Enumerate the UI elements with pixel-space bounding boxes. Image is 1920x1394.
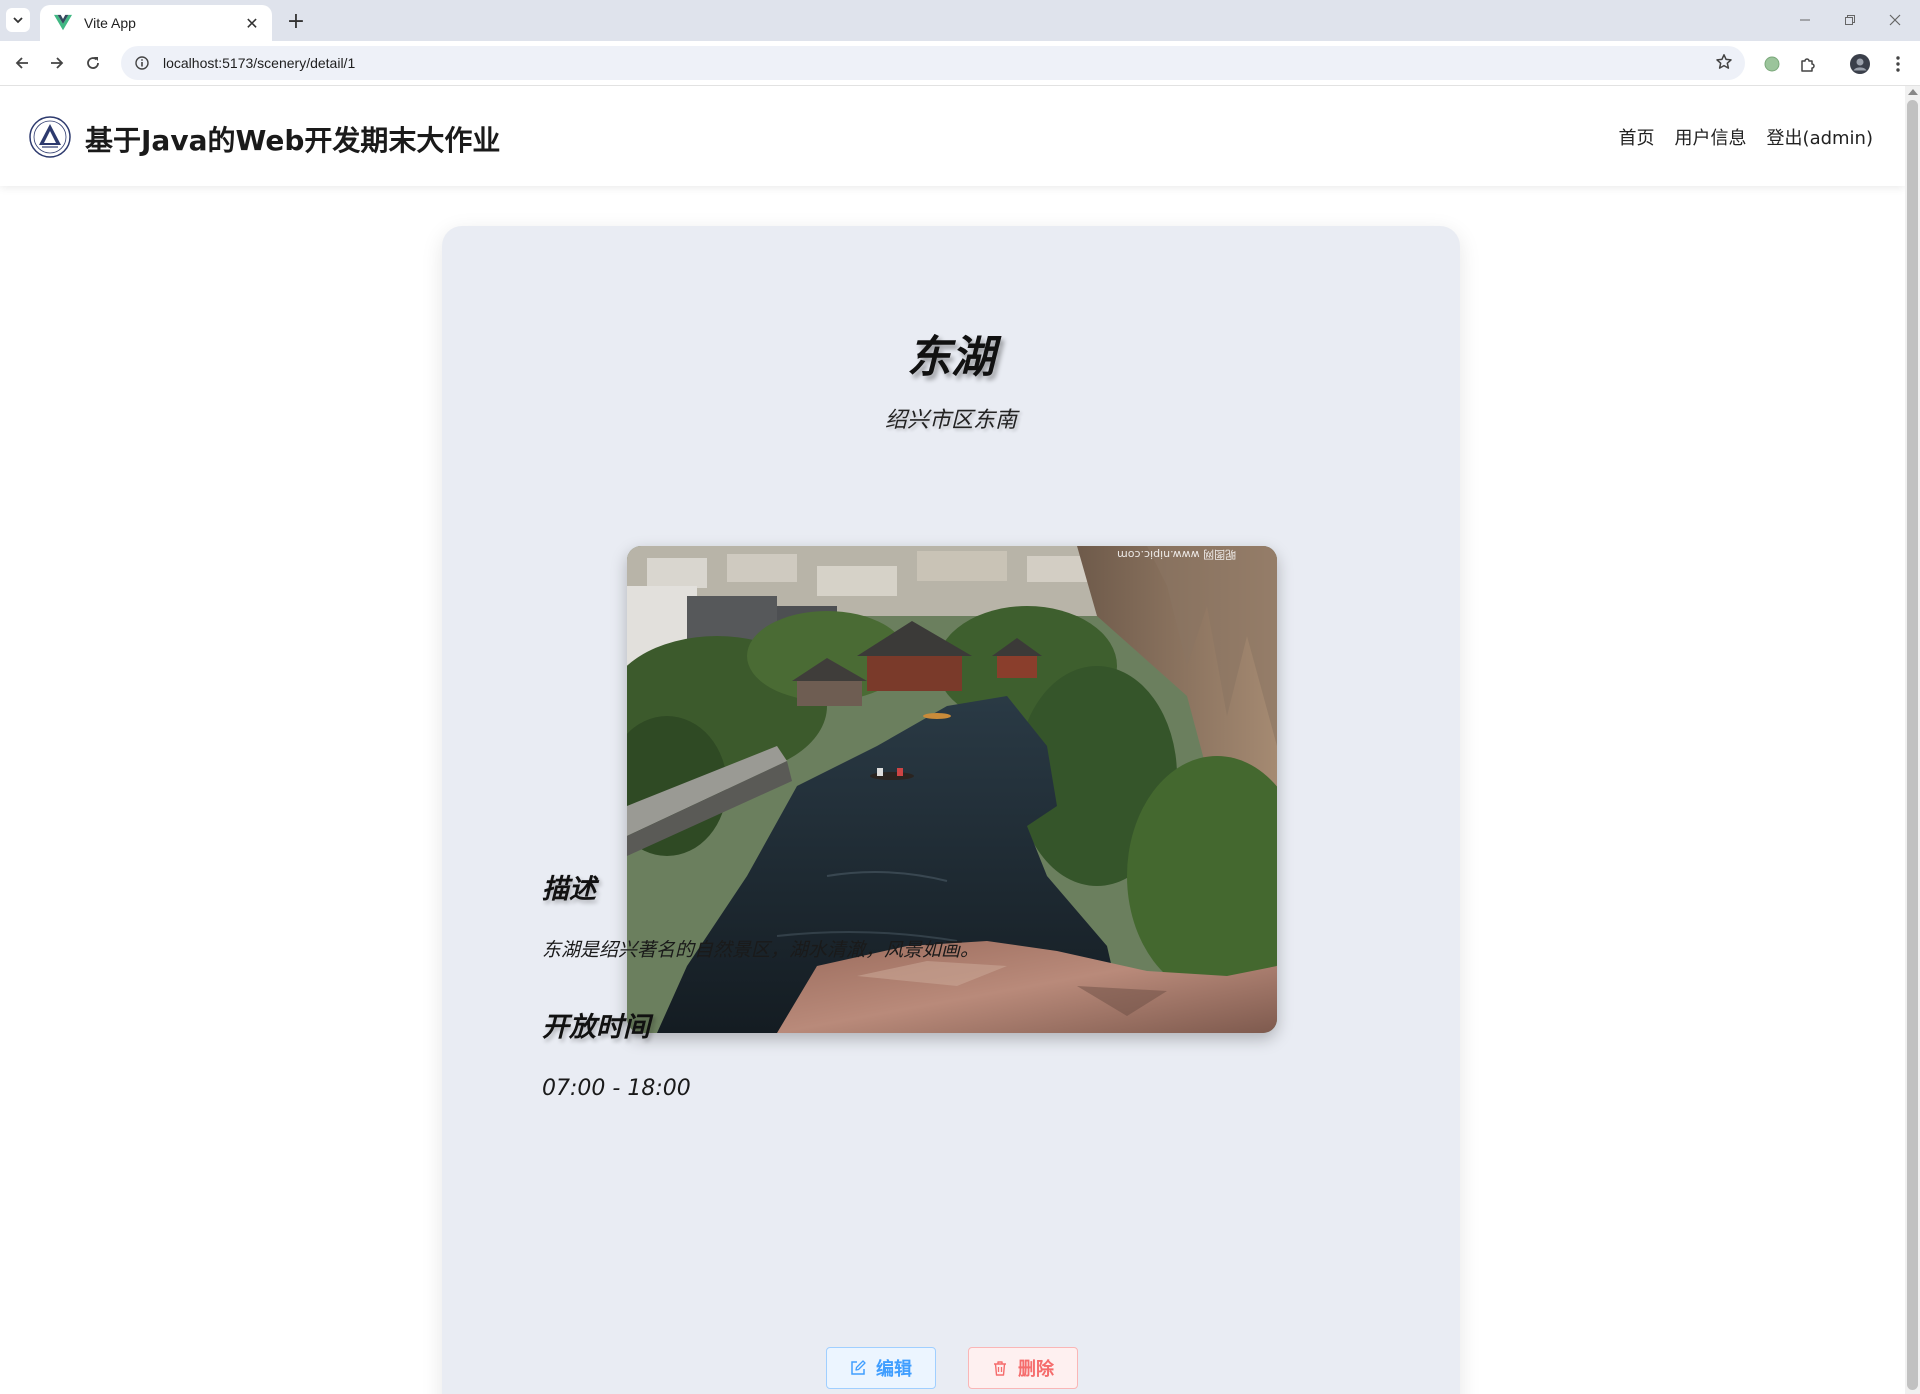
forward-arrow-icon[interactable] (43, 49, 71, 77)
description-heading: 描述 (542, 874, 596, 905)
browser-menu-icon[interactable] (1885, 51, 1911, 77)
restore-icon[interactable] (1830, 8, 1870, 32)
university-logo (29, 116, 71, 158)
scrollbar-thumb[interactable] (1907, 100, 1918, 1390)
delete-button[interactable]: 删除 (968, 1347, 1078, 1389)
edit-button-label: 编辑 (876, 1359, 912, 1380)
main-nav: 首页 用户信息 登出(admin) (1619, 124, 1873, 150)
scenery-description: 东湖是绍兴著名的自然景区，湖水清澈，风景如画。 (542, 939, 980, 961)
scenery-detail-card: 东湖 绍兴市区东南 昵图网 www.nipic.com 描述 东湖是绍兴著名的自… (442, 226, 1460, 1394)
back-arrow-icon[interactable] (8, 49, 36, 77)
address-bar[interactable]: localhost:5173/scenery/detail/1 (121, 46, 1745, 80)
minimize-icon[interactable] (1785, 8, 1825, 32)
bookmark-star-icon[interactable] (1715, 53, 1733, 71)
trash-icon (994, 1361, 1006, 1376)
scroll-up-arrow-icon[interactable] (1908, 89, 1918, 95)
site-title: 基于Java的Web开发期末大作业 (85, 124, 501, 157)
site-info-icon[interactable] (135, 56, 149, 70)
opening-hours: 07:00 - 18:00 (542, 1076, 691, 1101)
browser-toolbar: localhost:5173/scenery/detail/1 (0, 41, 1920, 86)
url-text: localhost:5173/scenery/detail/1 (163, 55, 356, 71)
tab-close-icon[interactable]: ✕ (242, 14, 262, 33)
nav-logout-link[interactable]: 登出(admin) (1767, 124, 1873, 150)
profile-avatar-icon[interactable] (1847, 51, 1873, 77)
reload-icon[interactable] (79, 49, 107, 77)
browser-tab[interactable]: Vite App ✕ (40, 5, 272, 41)
page-viewport: 基于Java的Web开发期末大作业 首页 用户信息 登出(admin) 东湖 绍… (0, 86, 1905, 1394)
extensions-puzzle-icon[interactable] (1795, 51, 1821, 77)
extension-status-icon[interactable] (1759, 51, 1785, 77)
site-header: 基于Java的Web开发期末大作业 首页 用户信息 登出(admin) (0, 86, 1905, 186)
edit-icon (851, 1360, 866, 1375)
tab-search-button[interactable] (6, 8, 30, 32)
delete-button-label: 删除 (1018, 1359, 1054, 1380)
close-window-icon[interactable] (1875, 8, 1915, 32)
scenery-name: 东湖 (907, 332, 995, 383)
vue-logo-icon (54, 14, 72, 31)
photo-watermark: 昵图网 www.nipic.com (1117, 548, 1236, 561)
scenery-location: 绍兴市区东南 (884, 408, 1017, 433)
nav-user-info-link[interactable]: 用户信息 (1675, 124, 1747, 150)
page-scrollbar[interactable] (1905, 86, 1920, 1394)
nav-home-link[interactable]: 首页 (1619, 124, 1655, 150)
browser-tabstrip: Vite App ✕ + (0, 0, 1920, 41)
new-tab-button[interactable]: + (282, 7, 310, 35)
tab-title: Vite App (84, 15, 136, 31)
opening-hours-heading: 开放时间 (542, 1012, 650, 1043)
chevron-down-icon (13, 17, 23, 24)
edit-button[interactable]: 编辑 (826, 1347, 936, 1389)
